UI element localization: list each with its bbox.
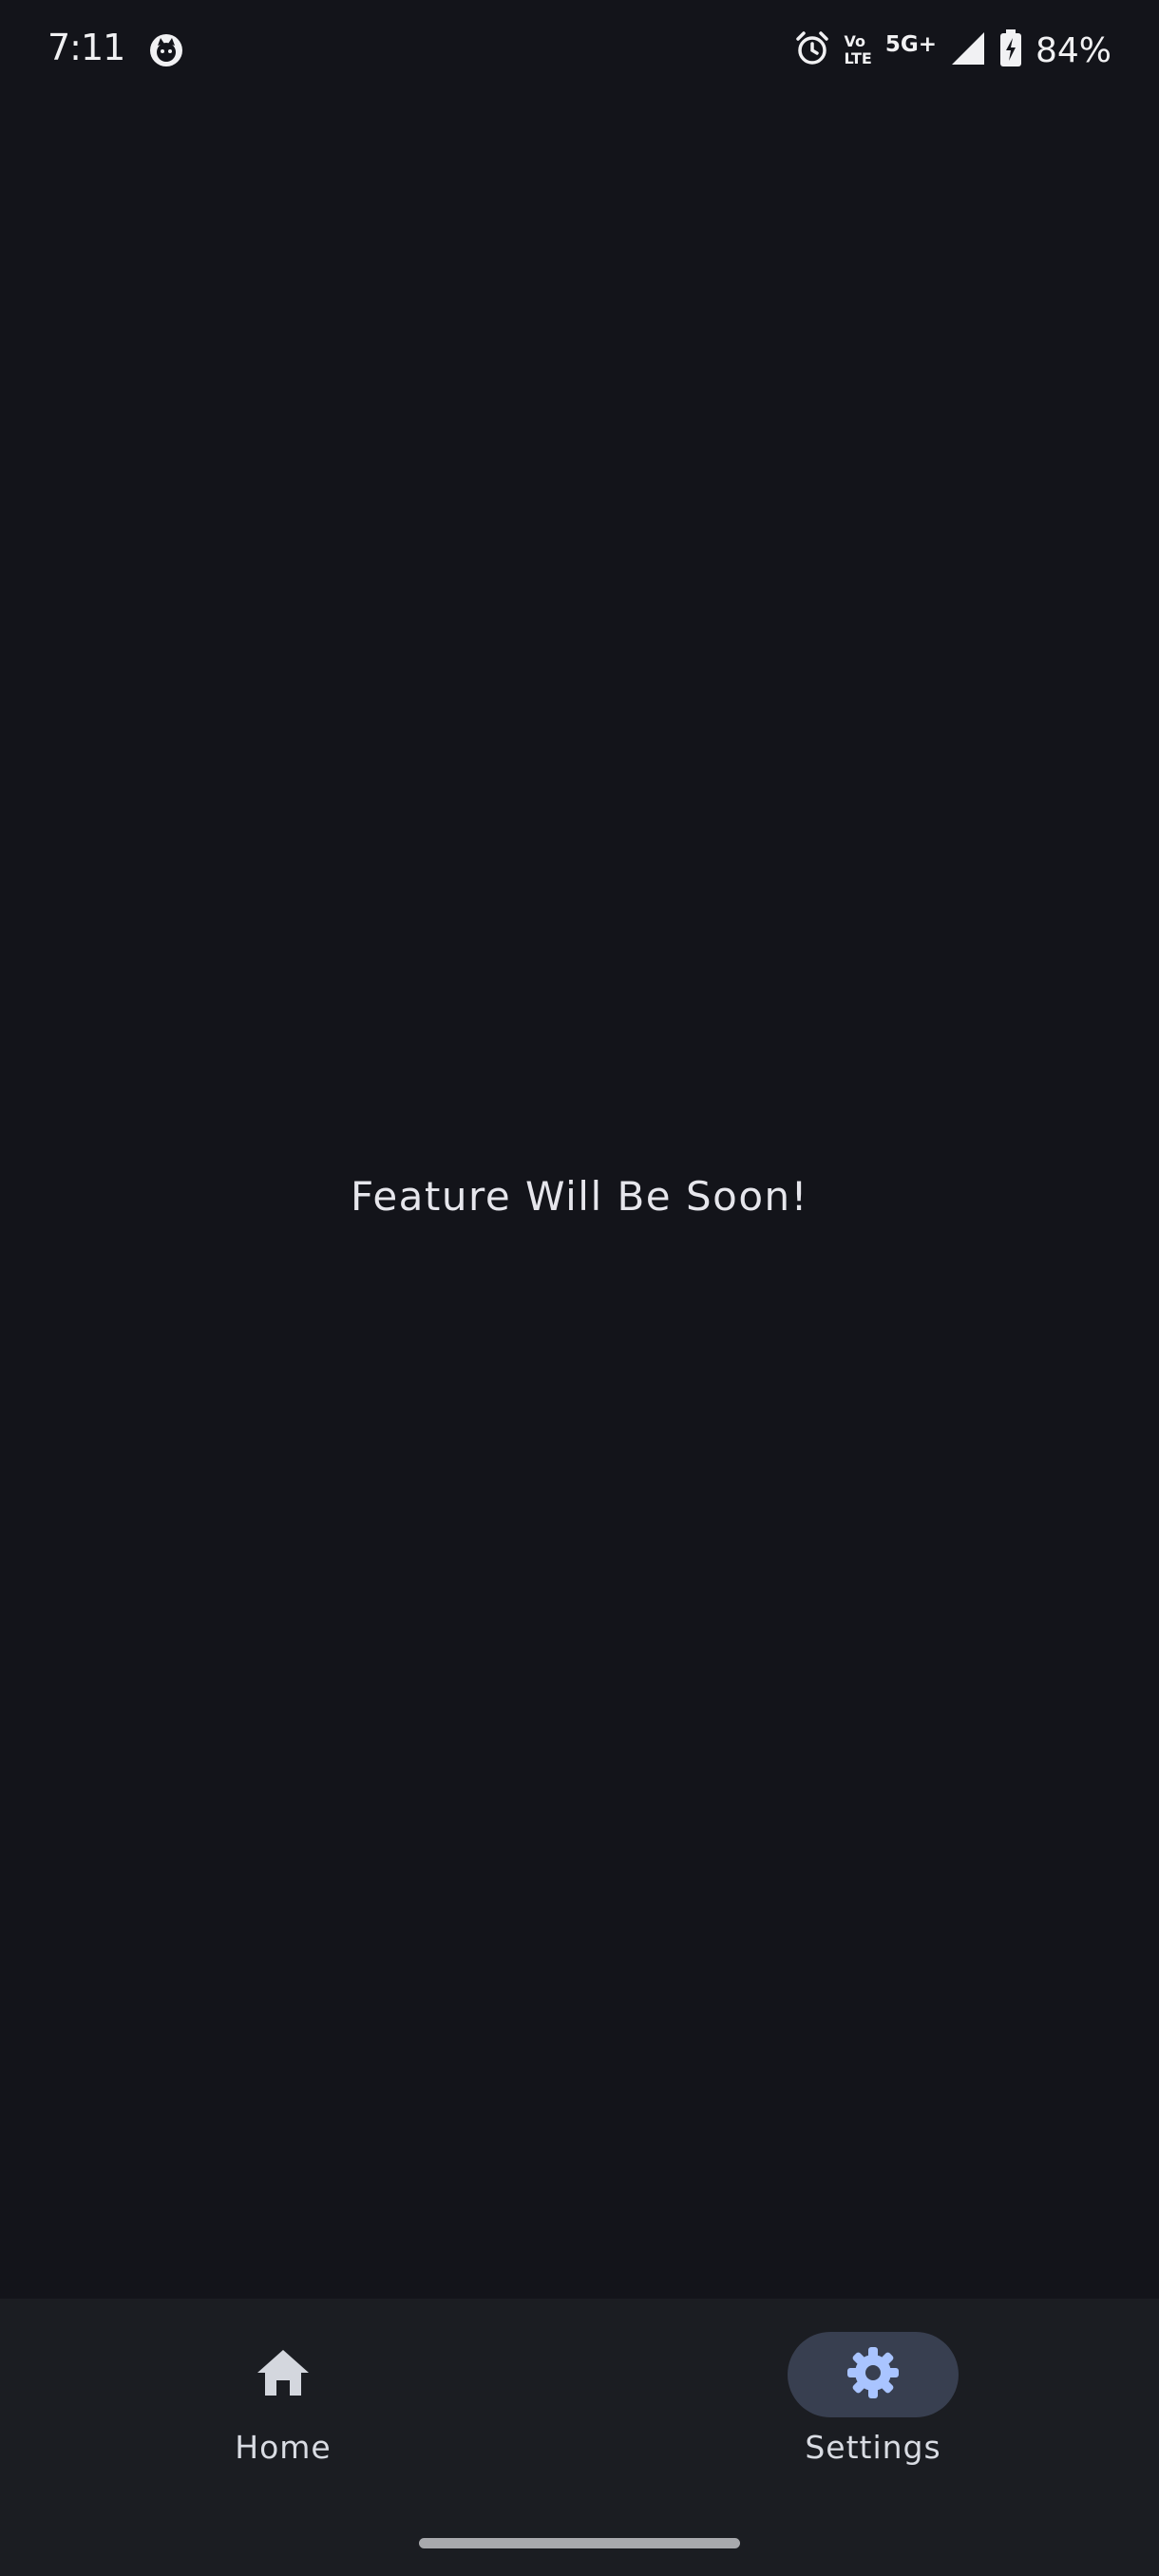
signal-icon <box>950 30 986 70</box>
volte-label: Vo <box>844 32 865 50</box>
nav-item-home[interactable]: Home <box>169 2332 397 2484</box>
home-icon <box>256 2348 311 2401</box>
battery-percentage: 84% <box>1035 30 1112 70</box>
nav-label-settings: Settings <box>805 2429 941 2466</box>
coming-soon-message: Feature Will Be Soon! <box>350 1173 809 1220</box>
nav-item-settings[interactable]: Settings <box>759 2332 987 2484</box>
network-type: 5G+ <box>884 32 937 57</box>
volte-indicator: Vo LTE <box>844 33 871 67</box>
nav-label-home: Home <box>235 2429 332 2466</box>
battery-charging-icon <box>999 29 1022 71</box>
lte-label: LTE <box>844 49 872 67</box>
status-time: 7:11 <box>48 27 125 68</box>
gesture-navigation-bar[interactable] <box>419 2538 740 2548</box>
alarm-icon <box>794 30 830 70</box>
gear-icon <box>846 2345 901 2404</box>
status-icons: Vo LTE 5G+ 84% <box>794 27 1112 74</box>
nav-home-indicator <box>198 2332 369 2417</box>
bottom-navigation: Home Settings <box>0 2299 1159 2576</box>
status-bar: 7:11 Vo LTE 5G+ 84% <box>0 0 1159 104</box>
nav-settings-indicator <box>788 2332 959 2417</box>
app-notification-icon <box>148 32 184 68</box>
